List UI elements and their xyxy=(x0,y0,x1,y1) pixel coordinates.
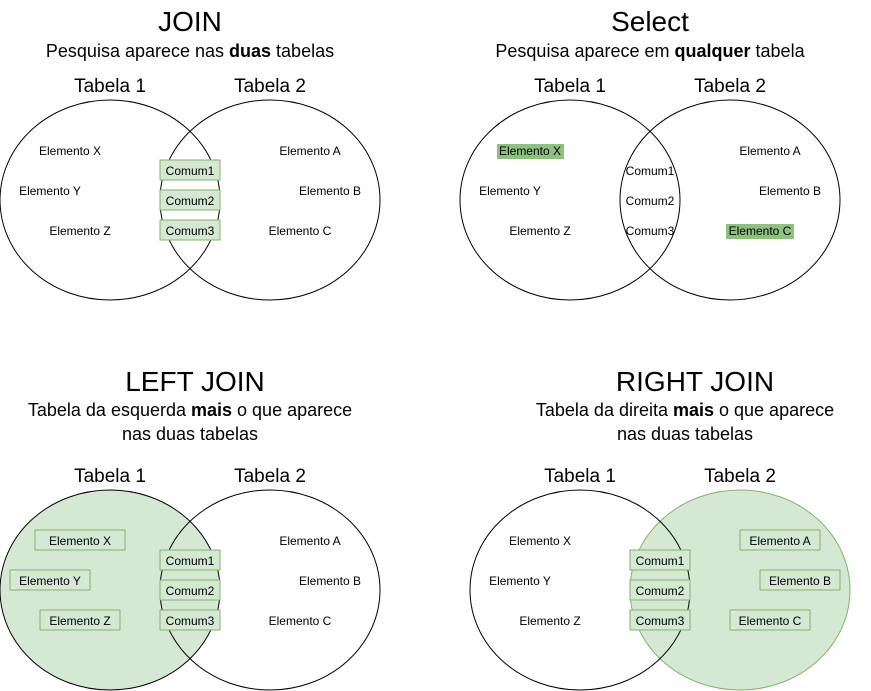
right-join-element-x: Elemento X xyxy=(509,534,571,548)
join-subtitle: Pesquisa aparece nas duas tabelas xyxy=(46,41,334,61)
right-join-element-b: Elemento B xyxy=(769,574,831,588)
right-join-subtitle-line2: nas duas tabelas xyxy=(617,424,753,444)
select-table1-label: Tabela 1 xyxy=(534,76,606,97)
select-element-x: Elemento X xyxy=(499,144,561,158)
left-join-common1: Comum1 xyxy=(166,554,215,568)
right-join-table2-label: Tabela 2 xyxy=(704,466,776,487)
join-element-z: Elemento Z xyxy=(49,224,110,238)
join-panel: JOIN Pesquisa aparece nas duas tabelas T… xyxy=(0,6,381,301)
select-subtitle: Pesquisa aparece em qualquer tabela xyxy=(495,41,805,61)
left-join-element-x: Elemento X xyxy=(49,534,111,548)
join-element-a: Elemento A xyxy=(279,144,340,158)
left-join-element-b: Elemento B xyxy=(299,574,361,588)
select-element-c: Elemento C xyxy=(729,224,792,238)
left-join-element-z: Elemento Z xyxy=(49,614,110,628)
join-element-x: Elemento X xyxy=(39,144,101,158)
left-join-common3: Comum3 xyxy=(166,614,215,628)
select-common2: Comum2 xyxy=(626,194,675,208)
right-join-panel: RIGHT JOIN Tabela da direita mais o que … xyxy=(469,366,851,691)
join-table1-label: Tabela 1 xyxy=(74,76,146,97)
join-common2: Comum2 xyxy=(166,194,215,208)
right-join-element-z: Elemento Z xyxy=(519,614,580,628)
join-common1: Comum1 xyxy=(166,164,215,178)
right-join-subtitle-line1: Tabela da direita mais o que aparece xyxy=(536,400,834,420)
sql-joins-diagram: JOIN Pesquisa aparece nas duas tabelas T… xyxy=(0,6,851,691)
select-element-z: Elemento Z xyxy=(509,224,570,238)
left-join-element-a: Elemento A xyxy=(279,534,340,548)
right-join-table1-label: Tabela 1 xyxy=(544,466,616,487)
left-join-title: LEFT JOIN xyxy=(125,366,265,397)
right-join-element-y: Elemento Y xyxy=(489,574,551,588)
left-join-element-y: Elemento Y xyxy=(19,574,81,588)
left-join-subtitle-line2: nas duas tabelas xyxy=(122,424,258,444)
select-common1: Comum1 xyxy=(626,164,675,178)
select-element-b: Elemento B xyxy=(759,184,821,198)
left-join-common2: Comum2 xyxy=(166,584,215,598)
join-element-c: Elemento C xyxy=(269,224,332,238)
join-element-b: Elemento B xyxy=(299,184,361,198)
join-title: JOIN xyxy=(158,6,222,37)
select-title: Select xyxy=(611,6,689,37)
right-join-element-a: Elemento A xyxy=(749,534,810,548)
select-element-a: Elemento A xyxy=(739,144,800,158)
right-join-common1: Comum1 xyxy=(636,554,685,568)
join-common3: Comum3 xyxy=(166,224,215,238)
right-join-common2: Comum2 xyxy=(636,584,685,598)
select-panel: Select Pesquisa aparece em qualquer tabe… xyxy=(459,6,841,301)
left-join-table2-label: Tabela 2 xyxy=(234,466,306,487)
left-join-element-c: Elemento C xyxy=(269,614,332,628)
right-join-title: RIGHT JOIN xyxy=(616,366,774,397)
join-table2-label: Tabela 2 xyxy=(234,76,306,97)
join-element-y: Elemento Y xyxy=(19,184,81,198)
left-join-panel: LEFT JOIN Tabela da esquerda mais o que … xyxy=(0,366,381,691)
right-join-element-c: Elemento C xyxy=(739,614,802,628)
select-common3: Comum3 xyxy=(626,224,675,238)
select-table2-label: Tabela 2 xyxy=(694,76,766,97)
select-element-y: Elemento Y xyxy=(479,184,541,198)
right-join-common3: Comum3 xyxy=(636,614,685,628)
left-join-subtitle-line1: Tabela da esquerda mais o que aparece xyxy=(28,400,352,420)
left-join-table1-label: Tabela 1 xyxy=(74,466,146,487)
